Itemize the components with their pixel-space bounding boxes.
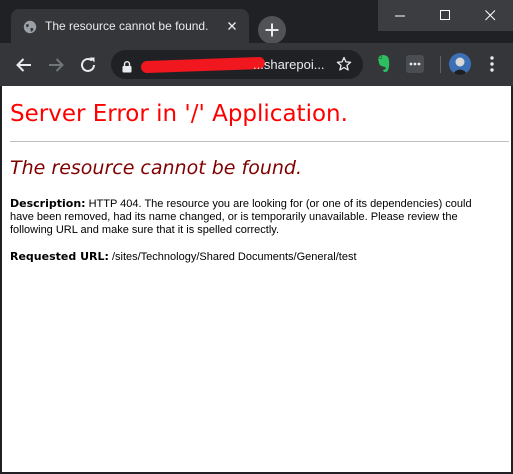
- minimize-icon: [395, 15, 405, 17]
- window-close-icon: [485, 10, 496, 21]
- lock-icon[interactable]: [122, 58, 132, 77]
- error-description: Description: HTTP 404. The resource you …: [10, 197, 496, 237]
- forward-arrow-icon[interactable]: [45, 54, 67, 76]
- tab-strip: The resource cannot be found.: [0, 0, 513, 44]
- requested-url: Requested URL: /sites/Technology/Shared …: [10, 250, 500, 263]
- page-title: Server Error in '/' Application.: [10, 101, 348, 127]
- avatar[interactable]: [449, 53, 471, 75]
- error-subtitle: The resource cannot be found.: [10, 157, 303, 179]
- tab-active[interactable]: The resource cannot be found.: [11, 9, 249, 44]
- requested-url-label: Requested URL:: [10, 250, 109, 263]
- close-icon[interactable]: [224, 18, 240, 34]
- plus-icon: [265, 23, 279, 37]
- extension-icon[interactable]: [406, 55, 424, 73]
- star-icon[interactable]: [336, 56, 352, 76]
- requested-url-value: /sites/Technology/Shared Documents/Gener…: [111, 251, 357, 263]
- maximize-icon: [440, 10, 450, 20]
- address-bar[interactable]: ...sharepoi...: [111, 50, 363, 79]
- toolbar: ...sharepoi...: [0, 43, 513, 86]
- window-controls: [378, 0, 513, 31]
- globe-icon: [23, 19, 37, 34]
- window-close-button[interactable]: [468, 0, 513, 31]
- evernote-icon[interactable]: [375, 54, 391, 78]
- browser-window: The resource cannot be found. ...sharepo…: [0, 0, 513, 474]
- reload-icon[interactable]: [77, 54, 99, 76]
- page-content: Server Error in '/' Application. The res…: [2, 86, 511, 472]
- menu-icon[interactable]: [489, 55, 495, 77]
- toolbar-separator: [440, 56, 441, 73]
- description-label: Description:: [10, 197, 86, 210]
- divider: [10, 141, 509, 142]
- maximize-button[interactable]: [423, 0, 468, 31]
- minimize-button[interactable]: [378, 0, 423, 31]
- tab-title: The resource cannot be found.: [45, 19, 209, 33]
- url-text: ...sharepoi...: [253, 57, 325, 72]
- redacted-url-part: [140, 56, 266, 74]
- new-tab-button[interactable]: [258, 16, 286, 44]
- back-arrow-icon[interactable]: [13, 54, 35, 76]
